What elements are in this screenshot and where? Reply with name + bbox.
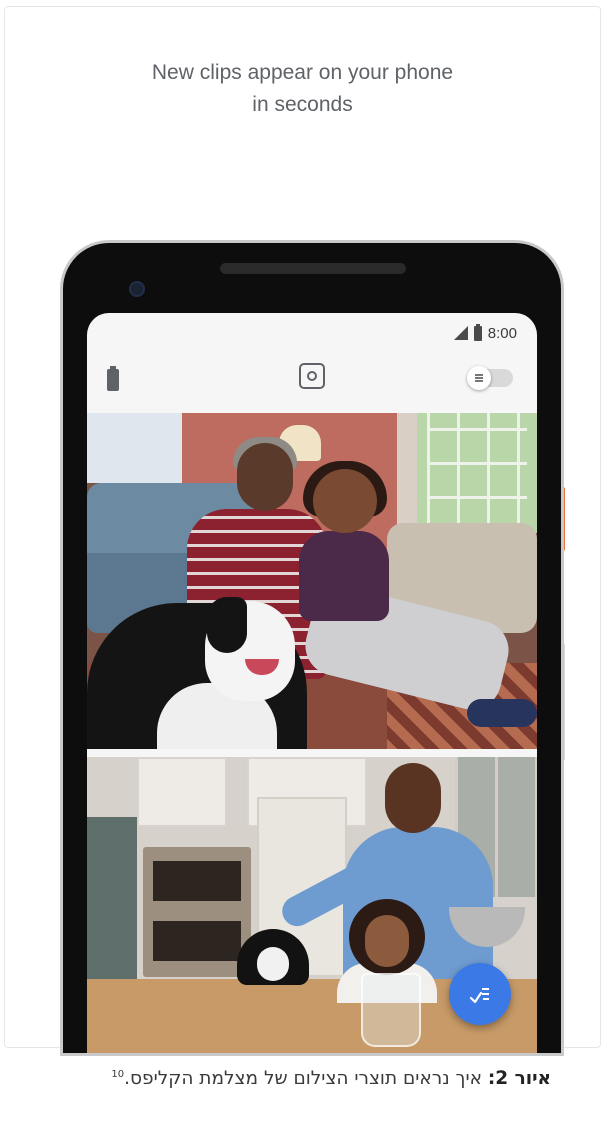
toggle-knob (467, 366, 491, 390)
select-clips-fab[interactable] (449, 963, 511, 1025)
clip-thumbnail-living-room[interactable] (87, 413, 537, 749)
camera-icon[interactable] (299, 363, 325, 389)
app-bar (87, 355, 537, 405)
caption-text: איך נראים תוצרי הצילום של מצלמת הקליפס. (124, 1068, 488, 1090)
headline-line-2: in seconds (252, 93, 353, 116)
phone-screen: 8:00 (87, 313, 537, 1053)
figure-caption: איור 2: איך נראים תוצרי הצילום של מצלמת … (40, 1060, 551, 1094)
headline: New clips appear on your phone in second… (5, 57, 600, 121)
status-bar: 8:00 (453, 323, 517, 343)
cell-signal-icon (453, 326, 468, 340)
figure-frame: New clips appear on your phone in second… (4, 6, 601, 1053)
caption-label: איור 2: (487, 1068, 551, 1090)
battery-icon (473, 323, 482, 341)
camera-battery-icon[interactable] (107, 366, 119, 391)
check-list-icon (469, 988, 489, 1004)
toggle-switch[interactable] (467, 366, 513, 390)
headline-line-1: New clips appear on your phone (151, 61, 454, 84)
status-time: 8:00 (487, 324, 517, 342)
phone-mockup: 8:00 (63, 243, 561, 1053)
footnote-ref[interactable]: 10 (111, 1069, 124, 1080)
speaker-grille (220, 263, 406, 274)
front-camera (129, 281, 145, 297)
